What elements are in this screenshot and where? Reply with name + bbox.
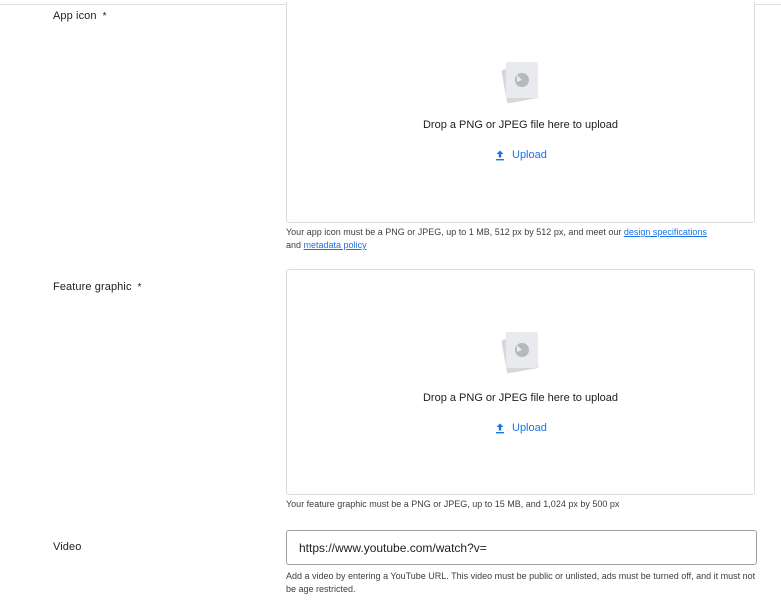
design-specifications-link[interactable]: design specifications	[624, 227, 707, 237]
upload-label: Upload	[512, 149, 547, 161]
upload-label: Upload	[512, 422, 547, 434]
upload-icon	[495, 423, 505, 434]
app-icon-helper-text: Your app icon must be a PNG or JPEG, up …	[286, 226, 756, 252]
feature-graphic-label: Feature graphic *	[53, 281, 142, 293]
video-url-input[interactable]	[286, 530, 757, 565]
image-placeholder-icon	[498, 58, 544, 104]
feature-graphic-helper-text: Your feature graphic must be a PNG or JP…	[286, 499, 620, 509]
required-mark: *	[137, 282, 142, 293]
app-icon-helper-main: Your app icon must be a PNG or JPEG, up …	[286, 227, 624, 237]
required-mark: *	[102, 11, 107, 22]
app-icon-dropzone[interactable]: Drop a PNG or JPEG file here to upload U…	[286, 2, 755, 223]
metadata-policy-link[interactable]: metadata policy	[304, 240, 367, 250]
feature-graphic-upload-button[interactable]: Upload	[483, 417, 559, 439]
feature-graphic-dropzone[interactable]: Drop a PNG or JPEG file here to upload U…	[286, 269, 755, 495]
app-icon-label: App icon *	[53, 10, 107, 22]
feature-graphic-label-text: Feature graphic	[53, 281, 132, 293]
video-helper-text: Add a video by entering a YouTube URL. T…	[286, 571, 756, 594]
app-icon-drop-text: Drop a PNG or JPEG file here to upload	[422, 119, 619, 131]
app-icon-upload-button[interactable]: Upload	[483, 144, 559, 166]
image-placeholder-icon	[498, 328, 544, 374]
app-icon-label-text: App icon	[53, 10, 97, 22]
video-label: Video	[53, 541, 82, 553]
app-icon-helper-and: and	[286, 240, 304, 250]
upload-icon	[495, 150, 505, 161]
feature-graphic-drop-text: Drop a PNG or JPEG file here to upload	[422, 392, 619, 404]
